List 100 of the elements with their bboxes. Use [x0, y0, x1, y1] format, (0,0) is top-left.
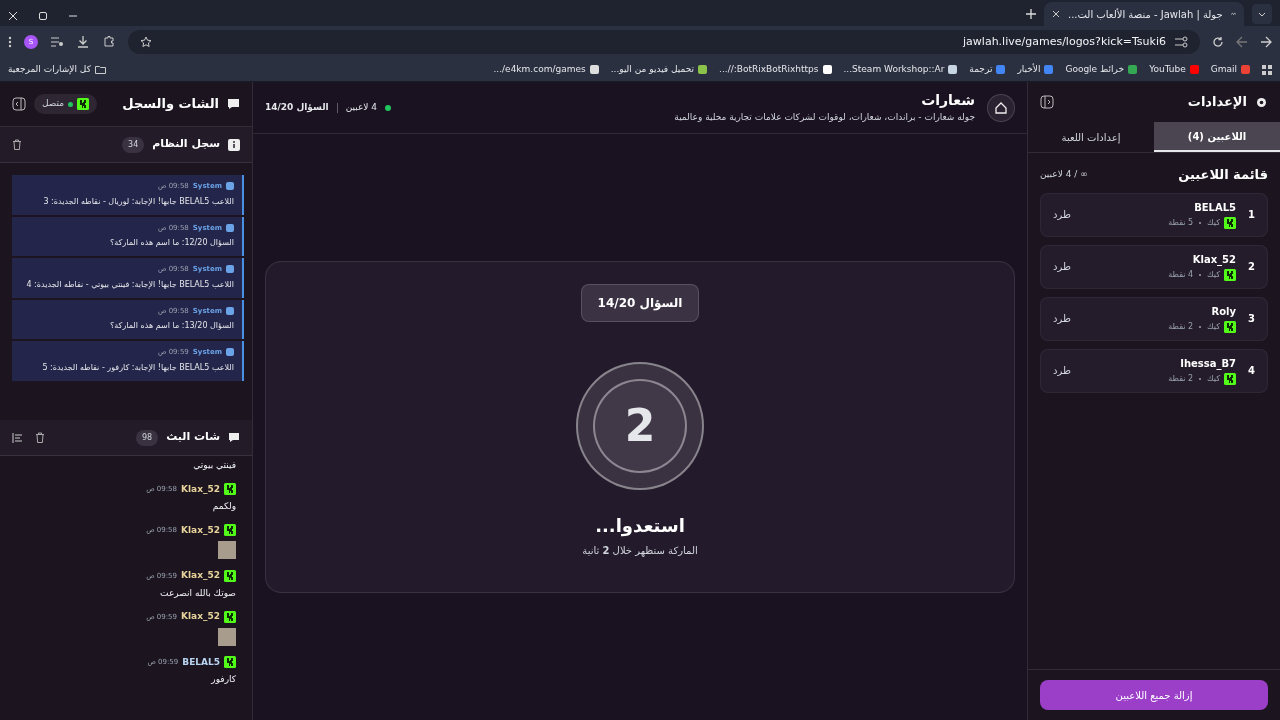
bookmark-star-icon[interactable] — [140, 36, 152, 48]
player-name: Roly — [1210, 305, 1237, 319]
download-icon[interactable] — [76, 35, 90, 49]
site-favicon-icon — [1189, 65, 1199, 74]
kick-button[interactable]: طرد — [1053, 311, 1071, 326]
apps-grid-icon[interactable] — [1262, 64, 1272, 75]
tab[interactable]: إعدادات اللعبة — [1028, 122, 1154, 152]
site-favicon-icon — [1241, 65, 1250, 74]
log-message: السؤال 12/20: ما اسم هذه الماركة؟ — [109, 237, 234, 249]
close-icon[interactable] — [1052, 10, 1060, 18]
player-points: 2 نقطة — [1168, 373, 1194, 385]
player-name: Ihessa_B7 — [1179, 357, 1237, 371]
panel-title: الشات والسجل — [122, 95, 219, 114]
player-rank: 4 — [1248, 364, 1255, 378]
address-bar[interactable]: jawlah.live/games/logos?kick=Tsuki6 — [128, 30, 1200, 54]
reload-icon[interactable] — [1212, 36, 1224, 48]
kick-logo-icon — [1224, 373, 1237, 385]
tab[interactable]: اللاعبين (4) — [1154, 122, 1280, 152]
kick-logo-icon — [224, 656, 236, 669]
bookmark-link[interactable]: ترجمة — [969, 62, 1006, 77]
site-favicon-icon — [996, 65, 1006, 74]
chat-username: Klax_52 — [181, 569, 220, 582]
chat-username: Klax_52 — [181, 610, 220, 623]
bookmark-link[interactable]: Steam Workshop::Ar... — [843, 62, 958, 77]
kick-button[interactable]: طرد — [1053, 259, 1071, 274]
player-name: BELAL5 — [1193, 201, 1237, 215]
section-title: سجل النظام — [152, 136, 220, 153]
player-count: ∞ / 4 لاعبين — [1040, 168, 1088, 181]
bookmark-link[interactable]: e4km.com/games/... — [493, 62, 599, 77]
menu-icon[interactable] — [8, 36, 12, 48]
forward-icon[interactable] — [1236, 36, 1248, 48]
home-button[interactable] — [987, 93, 1015, 122]
home-icon — [994, 100, 1008, 115]
restore-icon[interactable] — [38, 11, 48, 21]
site-favicon-icon — [589, 65, 599, 74]
chat-message: صوتك بالله انصرعت — [159, 586, 236, 600]
chat-username: Klax_52 — [181, 523, 220, 537]
all-bookmarks-link[interactable]: كل الإشارات المرجعية — [8, 62, 106, 77]
player-platform: كيك — [1207, 373, 1221, 385]
site-logo-icon — [1230, 10, 1236, 18]
site-favicon-icon — [1044, 65, 1054, 74]
emote-placeholder — [218, 627, 236, 646]
collapse-panel-icon[interactable] — [12, 97, 26, 111]
chat-username: Klax_52 — [181, 482, 220, 496]
media-controls-icon[interactable] — [50, 35, 64, 49]
ready-heading: استعدوا... — [595, 514, 685, 539]
list-title: قائمة اللاعبين — [1178, 166, 1268, 184]
folder-icon — [94, 65, 106, 74]
chevron-down-icon — [1258, 11, 1266, 17]
kick-logo-icon — [224, 569, 236, 582]
kick-logo-icon — [77, 98, 90, 110]
remove-all-players-button[interactable]: إزالة جميع اللاعبين — [1040, 680, 1268, 710]
align-icon[interactable] — [12, 432, 23, 443]
trash-icon[interactable] — [12, 139, 22, 150]
game-title: شعارات — [920, 91, 975, 111]
kick-logo-icon — [224, 610, 236, 623]
back-icon[interactable] — [1260, 36, 1272, 48]
player-name: Klax_52 — [1191, 253, 1237, 267]
trash-icon[interactable] — [35, 432, 45, 443]
site-settings-icon[interactable] — [1174, 36, 1188, 48]
player-points: 2 نقطة — [1168, 321, 1194, 333]
chat-bubble-icon — [227, 98, 240, 110]
player-points: 4 نقطة — [1168, 269, 1194, 281]
collapse-panel-icon[interactable] — [1040, 95, 1054, 109]
players-count: 4 لاعبين — [345, 100, 378, 114]
site-favicon-icon — [698, 65, 708, 74]
chat-bubble-icon — [228, 431, 240, 444]
emote-placeholder — [218, 541, 236, 559]
kick-button[interactable]: طرد — [1053, 207, 1071, 222]
new-tab-icon[interactable] — [1026, 9, 1036, 19]
chat-message: فينتي بيوتي — [192, 459, 236, 472]
bookmark-link[interactable]: BotRixBotRixhttps://... — [719, 62, 832, 77]
count-badge: 34 — [122, 136, 145, 153]
count-badge: 98 — [135, 429, 159, 446]
extensions-icon[interactable] — [102, 35, 116, 49]
chat-username: BELAL5 — [182, 655, 220, 669]
close-icon[interactable] — [8, 11, 18, 21]
log-message: اللاعب BELAL5 جابها! الإجابة: لوريال - نقاطه الجديدة: 3 — [42, 195, 234, 208]
status-label: متصل — [42, 97, 65, 111]
info-icon — [228, 138, 240, 151]
browser-tab[interactable]: جولة | Jawlah - منصة الألعاب الت... — [1044, 2, 1244, 26]
player-platform: كيك — [1207, 269, 1221, 281]
bookmark-link[interactable]: الأخبار — [1017, 62, 1054, 77]
kick-logo-icon — [224, 483, 236, 496]
chat-message: ولكمم — [211, 500, 236, 514]
kick-button[interactable]: طرد — [1053, 363, 1071, 378]
player-rank: 2 — [1248, 260, 1255, 274]
countdown-number: 2 — [593, 379, 687, 473]
bookmark-link[interactable]: تحميل فيديو من اليو... — [610, 62, 708, 77]
bookmark-link[interactable]: YouTube — [1149, 62, 1199, 77]
site-favicon-icon — [948, 65, 958, 74]
kick-logo-icon — [1224, 321, 1237, 333]
panel-title: الإعدادات — [1187, 93, 1247, 112]
bookmark-link[interactable]: Gmail — [1210, 62, 1250, 77]
player-platform: كيك — [1207, 217, 1221, 229]
kick-logo-icon — [1224, 217, 1237, 229]
bookmark-link[interactable]: خرائط Google — [1065, 62, 1138, 77]
site-favicon-icon — [1128, 65, 1138, 74]
section-title: شات البث — [166, 429, 220, 446]
site-favicon-icon — [822, 65, 832, 74]
